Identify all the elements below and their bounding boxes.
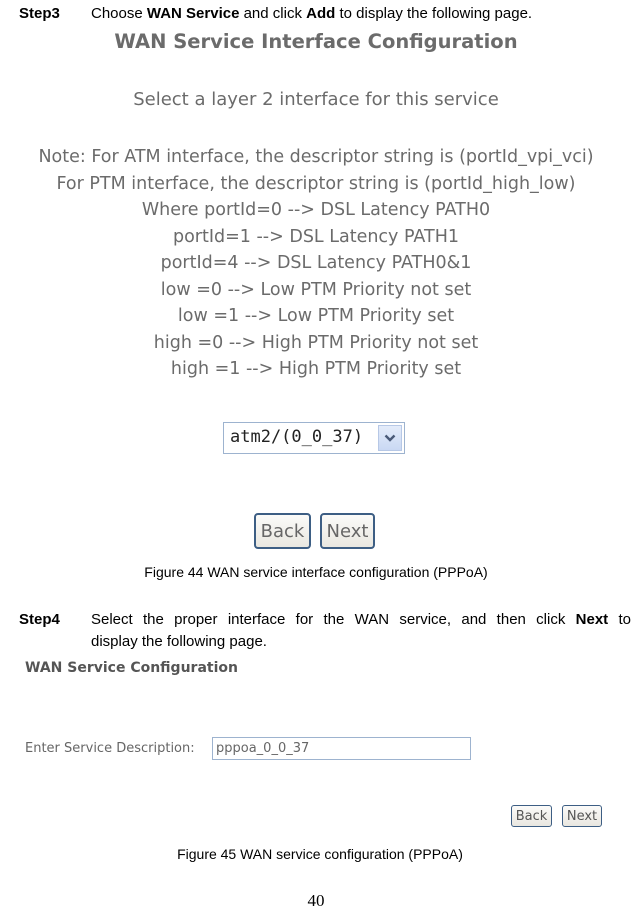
figure45-next-button[interactable]: Next [562,805,602,827]
figure44-subtitle: Select a layer 2 interface for this serv… [133,89,499,110]
figure45-back-button[interactable]: Back [511,805,552,827]
step3-text: Choose WAN Service and click Add to disp… [91,3,532,25]
note-line: low =0 --> Low PTM Priority not set [160,279,472,300]
step3-bold-add: Add [306,5,336,22]
figure44-title: WAN Service Interface Configuration [114,30,518,53]
step3-bold-wan-service: WAN Service [146,5,240,22]
chevron-down-icon[interactable] [378,425,402,451]
step3-label: Step3 [19,5,60,22]
step3-instruction: Step3 Choose WAN Service and click Add t… [19,3,619,25]
figure44-caption: Figure 44 WAN service interface configur… [144,564,488,580]
interface-select-value: atm2/(0_0_37) [230,427,364,447]
figure45-caption: Figure 45 WAN service configuration (PPP… [177,846,463,862]
interface-select[interactable]: atm2/(0_0_37) [223,422,405,454]
service-description-input[interactable] [212,737,471,760]
figure45-title: WAN Service Configuration [25,660,238,676]
figure44-back-button[interactable]: Back [254,513,311,549]
service-description-field[interactable] [213,738,470,759]
step4-text-line2: display the following page. [91,633,267,650]
service-description-label: Enter Service Description: [25,741,195,756]
step4-text-part: to [608,611,631,628]
note-line: low =1 --> Low PTM Priority set [177,306,455,326]
figure44-next-button[interactable]: Next [320,513,375,549]
step4-bold-next: Next [575,611,609,628]
note-line: portId=4 --> DSL Latency PATH0&1 [160,253,472,273]
note-line: For PTM interface, the descriptor string… [56,173,576,194]
page-number: 40 [307,891,325,910]
step3-text-part: Choose [91,5,147,22]
note-line: high =0 --> High PTM Priority not set [153,332,479,353]
note-line: high =1 --> High PTM Priority set [170,359,462,379]
note-line: Note: For ATM interface, the descriptor … [38,147,594,167]
step4-text-line1: Select the proper interface for the WAN … [91,609,631,631]
note-line: portId=1 --> DSL Latency PATH1 [172,226,459,247]
step3-text-part: and click [239,5,307,22]
figure44-note: Note: For ATM interface, the descriptor … [0,144,632,383]
step3-text-part: to display the following page. [335,5,533,22]
step4-text-part: Select the proper interface for the WAN … [91,611,576,628]
note-line: Where portId=0 --> DSL Latency PATH0 [141,200,491,220]
step4-label: Step4 [19,611,60,628]
step4-instruction: Step4 Select the proper interface for th… [19,609,631,653]
